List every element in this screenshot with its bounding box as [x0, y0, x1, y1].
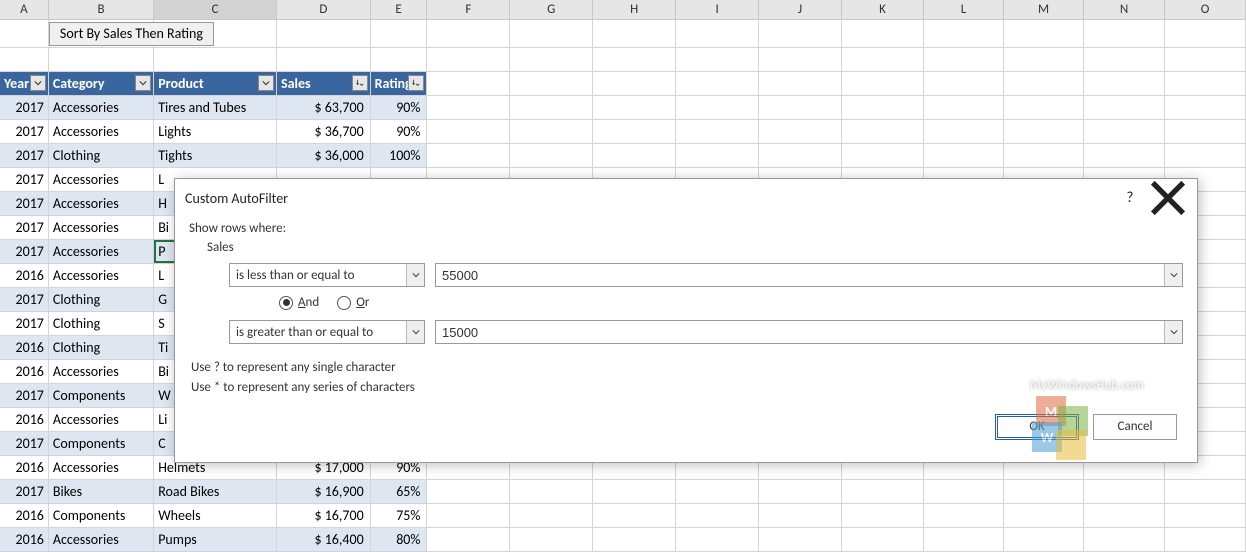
column-header-H[interactable]: H [593, 0, 676, 19]
column-header-F[interactable]: F [427, 0, 510, 19]
operator-2-dropdown[interactable]: is greater than or equal to [229, 320, 425, 344]
chevron-down-icon[interactable] [406, 264, 424, 286]
column-header-I[interactable]: I [676, 0, 759, 19]
filter-dropdown-icon[interactable] [258, 75, 274, 91]
table-row[interactable]: 2017ClothingTights$ 36,000100% [0, 144, 1246, 168]
column-header-A[interactable]: A [0, 0, 49, 19]
column-header-L[interactable]: L [924, 0, 1004, 19]
filter-dropdown-icon[interactable] [408, 75, 424, 91]
column-header-C[interactable]: C [154, 0, 277, 19]
operator-1-dropdown[interactable]: is less than or equal to [229, 263, 425, 287]
hint-1: Use ? to represent any single character [191, 358, 1183, 378]
and-radio[interactable]: And [279, 295, 319, 310]
custom-autofilter-dialog: Custom AutoFilter ? Show rows where: Sal… [174, 178, 1198, 463]
column-header-E[interactable]: E [371, 0, 428, 19]
chevron-down-icon[interactable] [1164, 321, 1182, 343]
hint-2: Use * to represent any series of charact… [191, 378, 1183, 398]
column-header-G[interactable]: G [510, 0, 593, 19]
table-header-rating[interactable]: Rating [371, 72, 428, 95]
field-label: Sales [207, 240, 1183, 255]
table-row[interactable]: 2017AccessoriesLights$ 36,70090% [0, 120, 1246, 144]
chevron-down-icon[interactable] [406, 321, 424, 343]
column-headers: ABCDEFGHIJKLMNO [0, 0, 1246, 20]
help-icon[interactable]: ? [1111, 187, 1149, 209]
value-2-input[interactable]: 15000 [435, 320, 1183, 344]
column-header-O[interactable]: O [1165, 0, 1246, 19]
chevron-down-icon[interactable] [1164, 264, 1182, 286]
column-header-K[interactable]: K [842, 0, 924, 19]
column-header-D[interactable]: D [277, 0, 371, 19]
column-header-B[interactable]: B [49, 0, 154, 19]
filter-dropdown-icon[interactable] [135, 75, 151, 91]
table-header-category[interactable]: Category [49, 72, 154, 95]
sort-button[interactable]: Sort By Sales Then Rating [49, 22, 214, 46]
table-header-year[interactable]: Year [0, 72, 49, 95]
column-header-M[interactable]: M [1004, 0, 1084, 19]
table-header-product[interactable]: Product [154, 72, 277, 95]
table-row[interactable]: 2017BikesRoad Bikes$ 16,90065% [0, 480, 1246, 504]
close-icon[interactable] [1149, 187, 1187, 209]
show-rows-label: Show rows where: [189, 221, 1183, 236]
table-row[interactable]: 2017AccessoriesTires and Tubes$ 63,70090… [0, 96, 1246, 120]
table-header-sales[interactable]: Sales [277, 72, 371, 95]
cancel-button[interactable]: Cancel [1093, 414, 1177, 440]
ok-button[interactable]: OK [995, 414, 1079, 440]
table-row[interactable]: 2016AccessoriesPumps$ 16,40080% [0, 528, 1246, 552]
column-header-N[interactable]: N [1084, 0, 1165, 19]
or-radio[interactable]: Or [337, 295, 369, 310]
value-1-input[interactable]: 55000 [435, 263, 1183, 287]
table-row[interactable]: 2016ComponentsWheels$ 16,70075% [0, 504, 1246, 528]
dialog-title: Custom AutoFilter [185, 190, 1111, 207]
column-header-J[interactable]: J [759, 0, 842, 19]
filter-dropdown-icon[interactable] [30, 75, 46, 91]
filter-dropdown-icon[interactable] [352, 75, 368, 91]
